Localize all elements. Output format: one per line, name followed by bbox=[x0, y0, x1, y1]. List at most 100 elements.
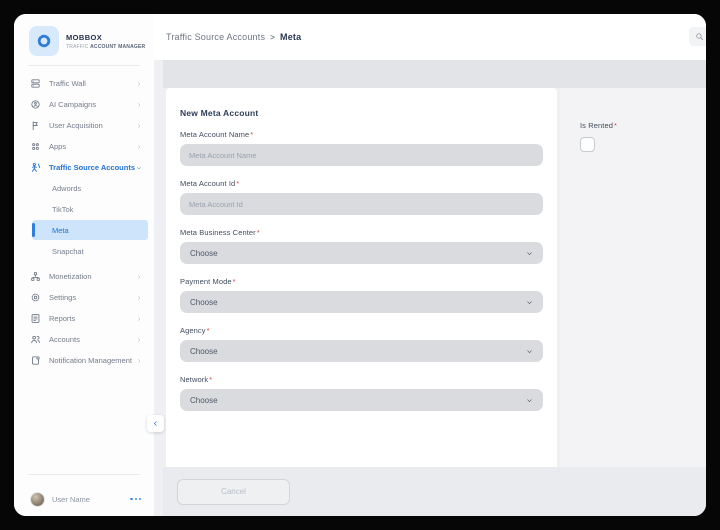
required-asterisk: * bbox=[236, 179, 240, 188]
chevron-right-icon bbox=[136, 316, 142, 322]
search-icon bbox=[695, 32, 704, 41]
form-actions-bar: Cancel bbox=[163, 467, 706, 516]
field-label: Agency* bbox=[180, 326, 210, 335]
field-label: Is Rented* bbox=[580, 121, 618, 130]
required-asterisk: * bbox=[232, 277, 236, 286]
form-field-is-rented: Is Rented* bbox=[580, 121, 706, 152]
form-title: New Meta Account bbox=[180, 108, 259, 118]
sidebar-item-label: Traffic Source Accounts bbox=[49, 163, 135, 172]
server-icon bbox=[30, 78, 41, 89]
network-select[interactable]: Choose bbox=[180, 389, 543, 411]
chevron-left-icon bbox=[152, 420, 159, 427]
cancel-button[interactable]: Cancel bbox=[177, 478, 290, 505]
sitemap-icon bbox=[30, 271, 41, 282]
app-window: MOBBOX TRAFFIC ACCOUNT MANAGER Traffic W… bbox=[14, 14, 706, 516]
main-content: Traffic Source Accounts > Meta New Meta Ac… bbox=[154, 14, 706, 516]
sidebar-item-traffic-wall[interactable]: Traffic Wall bbox=[14, 73, 154, 94]
sidebar-item-meta[interactable]: Meta bbox=[32, 220, 148, 240]
sidebar-item-label: Monetization bbox=[49, 272, 92, 281]
field-label: Meta Business Center* bbox=[180, 228, 260, 237]
sidebar-item-adwords[interactable]: Adwords bbox=[32, 178, 148, 198]
segmented-ring-icon bbox=[29, 26, 59, 56]
sidebar-item-label: User Acquisition bbox=[49, 121, 103, 130]
required-asterisk: * bbox=[614, 121, 618, 130]
sidebar-item-reports[interactable]: Reports bbox=[14, 308, 154, 329]
chevron-right-icon bbox=[136, 102, 142, 108]
form-field-meta-business-center: Meta Business Center* Choose bbox=[180, 228, 543, 264]
sidebar-nav: Traffic Wall AI Campaigns User Acquisition… bbox=[14, 73, 154, 371]
sidebar-item-settings[interactable]: Settings bbox=[14, 287, 154, 308]
page-header: Traffic Source Accounts > Meta bbox=[154, 14, 706, 60]
chevron-right-icon bbox=[136, 274, 142, 280]
logo: MOBBOX TRAFFIC ACCOUNT MANAGER bbox=[14, 14, 154, 56]
flag-icon bbox=[30, 120, 41, 131]
chevron-down-icon bbox=[526, 348, 533, 355]
sidebar-item-snapchat[interactable]: Snapchat bbox=[32, 241, 148, 261]
person-road-icon bbox=[30, 162, 41, 173]
field-label: Payment Mode* bbox=[180, 277, 236, 286]
sidebar-item-apps[interactable]: Apps bbox=[14, 136, 154, 157]
notification-icon bbox=[30, 355, 41, 366]
chevron-right-icon bbox=[136, 358, 142, 364]
sidebar-item-monetization[interactable]: Monetization bbox=[14, 266, 154, 287]
ellipsis-icon[interactable] bbox=[130, 497, 141, 501]
sidebar-item-notification-management[interactable]: Notification Management bbox=[14, 350, 154, 371]
form-field-network: Network* Choose bbox=[180, 375, 543, 411]
new-meta-account-form: New Meta Account Meta Account Name* Meta … bbox=[166, 88, 557, 467]
form-fields: Meta Account Name* Meta Account Id* Meta B… bbox=[180, 130, 543, 411]
select-value: Choose bbox=[190, 248, 218, 258]
agency-select[interactable]: Choose bbox=[180, 340, 543, 362]
sidebar-item-ai-campaigns[interactable]: AI Campaigns bbox=[14, 94, 154, 115]
is-rented-checkbox[interactable] bbox=[580, 137, 595, 152]
logo-subtitle-light: TRAFFIC bbox=[66, 43, 89, 50]
breadcrumb-traffic-source-accounts[interactable]: Traffic Source Accounts bbox=[166, 32, 265, 42]
users-icon bbox=[30, 334, 41, 345]
user-menu[interactable]: User Name bbox=[14, 482, 154, 516]
meta-business-center-select[interactable]: Choose bbox=[180, 242, 543, 264]
sidebar-collapse-button[interactable] bbox=[147, 415, 164, 432]
meta-account-name-input[interactable] bbox=[180, 144, 543, 166]
search-button[interactable] bbox=[689, 27, 706, 46]
field-label: Meta Account Id* bbox=[180, 179, 240, 188]
content-top-band bbox=[163, 60, 706, 88]
sidebar-item-label: Reports bbox=[49, 314, 76, 323]
meta-account-id-input[interactable] bbox=[180, 193, 543, 215]
sidebar-item-label: Settings bbox=[49, 293, 77, 302]
form-field-payment-mode: Payment Mode* Choose bbox=[180, 277, 543, 313]
chevron-right-icon bbox=[136, 81, 142, 87]
form-field-agency: Agency* Choose bbox=[180, 326, 543, 362]
required-asterisk: * bbox=[206, 326, 210, 335]
chevron-down-icon bbox=[526, 397, 533, 404]
sidebar-item-label: TikTok bbox=[52, 204, 74, 214]
chevron-right-icon bbox=[136, 337, 142, 343]
payment-mode-select[interactable]: Choose bbox=[180, 291, 543, 313]
sidebar-item-user-acquisition[interactable]: User Acquisition bbox=[14, 115, 154, 136]
select-value: Choose bbox=[190, 297, 218, 307]
chevron-right-icon bbox=[136, 123, 142, 129]
sidebar-item-label: Apps bbox=[49, 142, 67, 151]
sidebar: MOBBOX TRAFFIC ACCOUNT MANAGER Traffic W… bbox=[14, 14, 154, 516]
gear-icon bbox=[30, 292, 41, 303]
logo-subtitle-bold: ACCOUNT MANAGER bbox=[90, 43, 146, 50]
sidebar-item-label: Traffic Wall bbox=[49, 79, 86, 88]
required-asterisk: * bbox=[256, 228, 260, 237]
sidebar-item-tiktok[interactable]: TikTok bbox=[32, 199, 148, 219]
avatar bbox=[30, 491, 45, 507]
user-name: User Name bbox=[52, 494, 90, 504]
logo-subtitle: TRAFFIC ACCOUNT MANAGER bbox=[66, 44, 145, 50]
required-asterisk: * bbox=[209, 375, 213, 384]
logo-title: MOBBOX bbox=[66, 32, 103, 42]
required-asterisk: * bbox=[250, 130, 254, 139]
report-icon bbox=[30, 313, 41, 324]
sidebar-item-accounts[interactable]: Accounts bbox=[14, 329, 154, 350]
sidebar-item-label: Meta bbox=[52, 225, 69, 235]
sidebar-divider-bottom bbox=[28, 474, 140, 475]
form-field-meta-account-id: Meta Account Id* bbox=[180, 179, 543, 215]
breadcrumb-meta[interactable]: Meta bbox=[280, 32, 301, 42]
chevron-down-icon bbox=[136, 165, 142, 171]
sidebar-footer: User Name bbox=[14, 465, 154, 516]
chevron-down-icon bbox=[526, 250, 533, 257]
sidebar-item-label: Snapchat bbox=[52, 246, 84, 256]
chevron-right-icon bbox=[136, 295, 142, 301]
sidebar-item-traffic-source-accounts[interactable]: Traffic Source Accounts bbox=[14, 157, 154, 178]
